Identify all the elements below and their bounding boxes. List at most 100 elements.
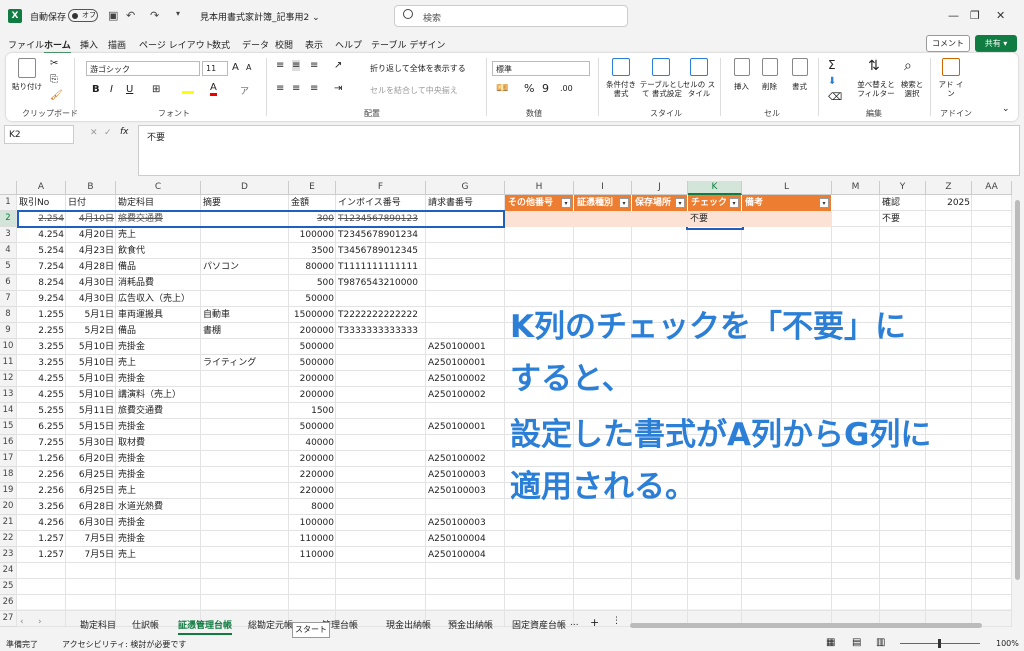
data-cell[interactable]: 500000: [289, 355, 336, 371]
data-cell[interactable]: [201, 339, 289, 355]
conditional-format-button[interactable]: 条件付き 書式: [602, 80, 640, 98]
data-cell[interactable]: [426, 323, 505, 339]
data-cell[interactable]: ライティング: [201, 355, 289, 371]
data-cell[interactable]: 500000: [289, 339, 336, 355]
table-header-cell[interactable]: 証憑種別 ▾: [574, 195, 632, 211]
data-cell[interactable]: 5月10日: [66, 339, 116, 355]
data-cell[interactable]: 9.254: [17, 291, 66, 307]
tab-help[interactable]: ヘルプ: [335, 38, 362, 51]
data-cell[interactable]: 6月20日: [66, 451, 116, 467]
data-cell[interactable]: [336, 451, 426, 467]
data-cell[interactable]: 4.255: [17, 371, 66, 387]
data-cell[interactable]: [201, 243, 289, 259]
tab-file[interactable]: ファイル: [8, 38, 44, 51]
currency-icon[interactable]: 💴: [496, 83, 508, 94]
find-select-icon[interactable]: ⌕: [904, 58, 912, 74]
data-cell[interactable]: A250100004: [426, 531, 505, 547]
data-cell[interactable]: A250100003: [426, 483, 505, 499]
share-button[interactable]: 共有 ▾: [975, 35, 1017, 52]
data-cell[interactable]: A250100003: [426, 515, 505, 531]
data-cell[interactable]: 売上: [116, 355, 201, 371]
data-cell[interactable]: 1.256: [17, 451, 66, 467]
data-cell[interactable]: 80000: [289, 259, 336, 275]
data-cell[interactable]: 飲食代: [116, 243, 201, 259]
data-cell[interactable]: [336, 515, 426, 531]
row-header[interactable]: 13: [0, 387, 17, 403]
sort-filter-button[interactable]: 並べ替えと フィルター: [856, 80, 896, 98]
accessibility-status[interactable]: アクセシビリティ: 検討が必要です: [62, 639, 186, 650]
increase-decimal-icon[interactable]: .00: [560, 84, 573, 93]
tab-review[interactable]: 校閲: [275, 38, 293, 51]
data-cell[interactable]: T2345678901234: [336, 227, 426, 243]
page-break-icon[interactable]: ▥: [876, 637, 885, 648]
data-cell[interactable]: [336, 355, 426, 371]
format-as-table-button[interactable]: テーブルとして 書式設定: [638, 80, 686, 98]
autosum-icon[interactable]: Σ: [828, 58, 836, 72]
align-right-icon[interactable]: ≡: [310, 83, 318, 94]
format-cells-button[interactable]: 書式: [792, 82, 807, 91]
data-cell[interactable]: A250100002: [426, 451, 505, 467]
data-cell[interactable]: 100000: [289, 227, 336, 243]
data-cell[interactable]: 5月30日: [66, 435, 116, 451]
align-center-icon[interactable]: ≡: [292, 83, 300, 94]
data-cell[interactable]: 旅費交通費: [116, 403, 201, 419]
minimize-icon[interactable]: —: [948, 9, 959, 22]
formula-input[interactable]: 不要: [138, 125, 1020, 176]
data-cell[interactable]: 200000: [289, 323, 336, 339]
data-cell[interactable]: 1.255: [17, 307, 66, 323]
data-cell[interactable]: 4.256: [17, 515, 66, 531]
row-header[interactable]: 18: [0, 467, 17, 483]
header-cell[interactable]: 請求書番号: [426, 195, 505, 211]
restore-icon[interactable]: ❐: [970, 9, 980, 22]
data-cell[interactable]: 8000: [289, 499, 336, 515]
align-middle-icon[interactable]: ≡: [292, 60, 301, 71]
data-cell[interactable]: 6月30日: [66, 515, 116, 531]
data-cell[interactable]: 5月11日: [66, 403, 116, 419]
column-header-l[interactable]: L: [742, 181, 832, 195]
data-cell[interactable]: A250100003: [426, 467, 505, 483]
enter-icon[interactable]: ✓: [104, 128, 112, 138]
delete-cells-icon[interactable]: [762, 58, 778, 76]
table-header-cell[interactable]: 備考 ▾: [742, 195, 832, 211]
find-select-button[interactable]: 検索と 選択: [898, 80, 926, 98]
column-header-h[interactable]: H: [505, 181, 574, 195]
zoom-slider-thumb[interactable]: [938, 639, 941, 648]
data-cell[interactable]: [201, 547, 289, 563]
data-cell[interactable]: [201, 451, 289, 467]
data-cell[interactable]: A250100001: [426, 419, 505, 435]
phonetic-icon[interactable]: ア: [240, 84, 249, 97]
data-cell[interactable]: 売上: [116, 547, 201, 563]
conditional-format-icon[interactable]: [612, 58, 630, 76]
sheet-tab[interactable]: 勘定科目: [80, 618, 116, 631]
percent-icon[interactable]: %: [524, 82, 534, 95]
data-cell[interactable]: 300: [289, 211, 336, 227]
tab-insert[interactable]: 挿入: [80, 38, 98, 51]
copy-icon[interactable]: ⎘: [50, 74, 58, 85]
data-cell[interactable]: 4月23日: [66, 243, 116, 259]
filter-dropdown-icon[interactable]: ▾: [819, 198, 829, 208]
data-cell[interactable]: 2.256: [17, 467, 66, 483]
vertical-scroll-thumb[interactable]: [1015, 200, 1020, 580]
data-cell[interactable]: 4月28日: [66, 259, 116, 275]
data-cell[interactable]: 5.254: [17, 243, 66, 259]
row-header[interactable]: 4: [0, 243, 17, 259]
data-cell[interactable]: 7月5日: [66, 547, 116, 563]
data-cell[interactable]: [201, 227, 289, 243]
data-cell[interactable]: 4.255: [17, 387, 66, 403]
data-cell[interactable]: 5.255: [17, 403, 66, 419]
row-header[interactable]: 25: [0, 579, 17, 595]
data-cell[interactable]: A250100002: [426, 371, 505, 387]
cell-y1[interactable]: 確認: [880, 195, 926, 211]
column-header-z[interactable]: Z: [926, 181, 972, 195]
data-cell[interactable]: 2.256: [17, 483, 66, 499]
data-cell[interactable]: T2222222222222: [336, 307, 426, 323]
cell-styles-icon[interactable]: [690, 58, 708, 76]
select-all-corner[interactable]: [0, 181, 17, 195]
data-cell[interactable]: 8.254: [17, 275, 66, 291]
row-header[interactable]: 22: [0, 531, 17, 547]
data-cell[interactable]: 2.254: [17, 211, 66, 227]
data-cell[interactable]: 100000: [289, 515, 336, 531]
data-cell[interactable]: [201, 403, 289, 419]
shrink-font-icon[interactable]: A: [246, 63, 251, 72]
data-cell[interactable]: A250100001: [426, 355, 505, 371]
